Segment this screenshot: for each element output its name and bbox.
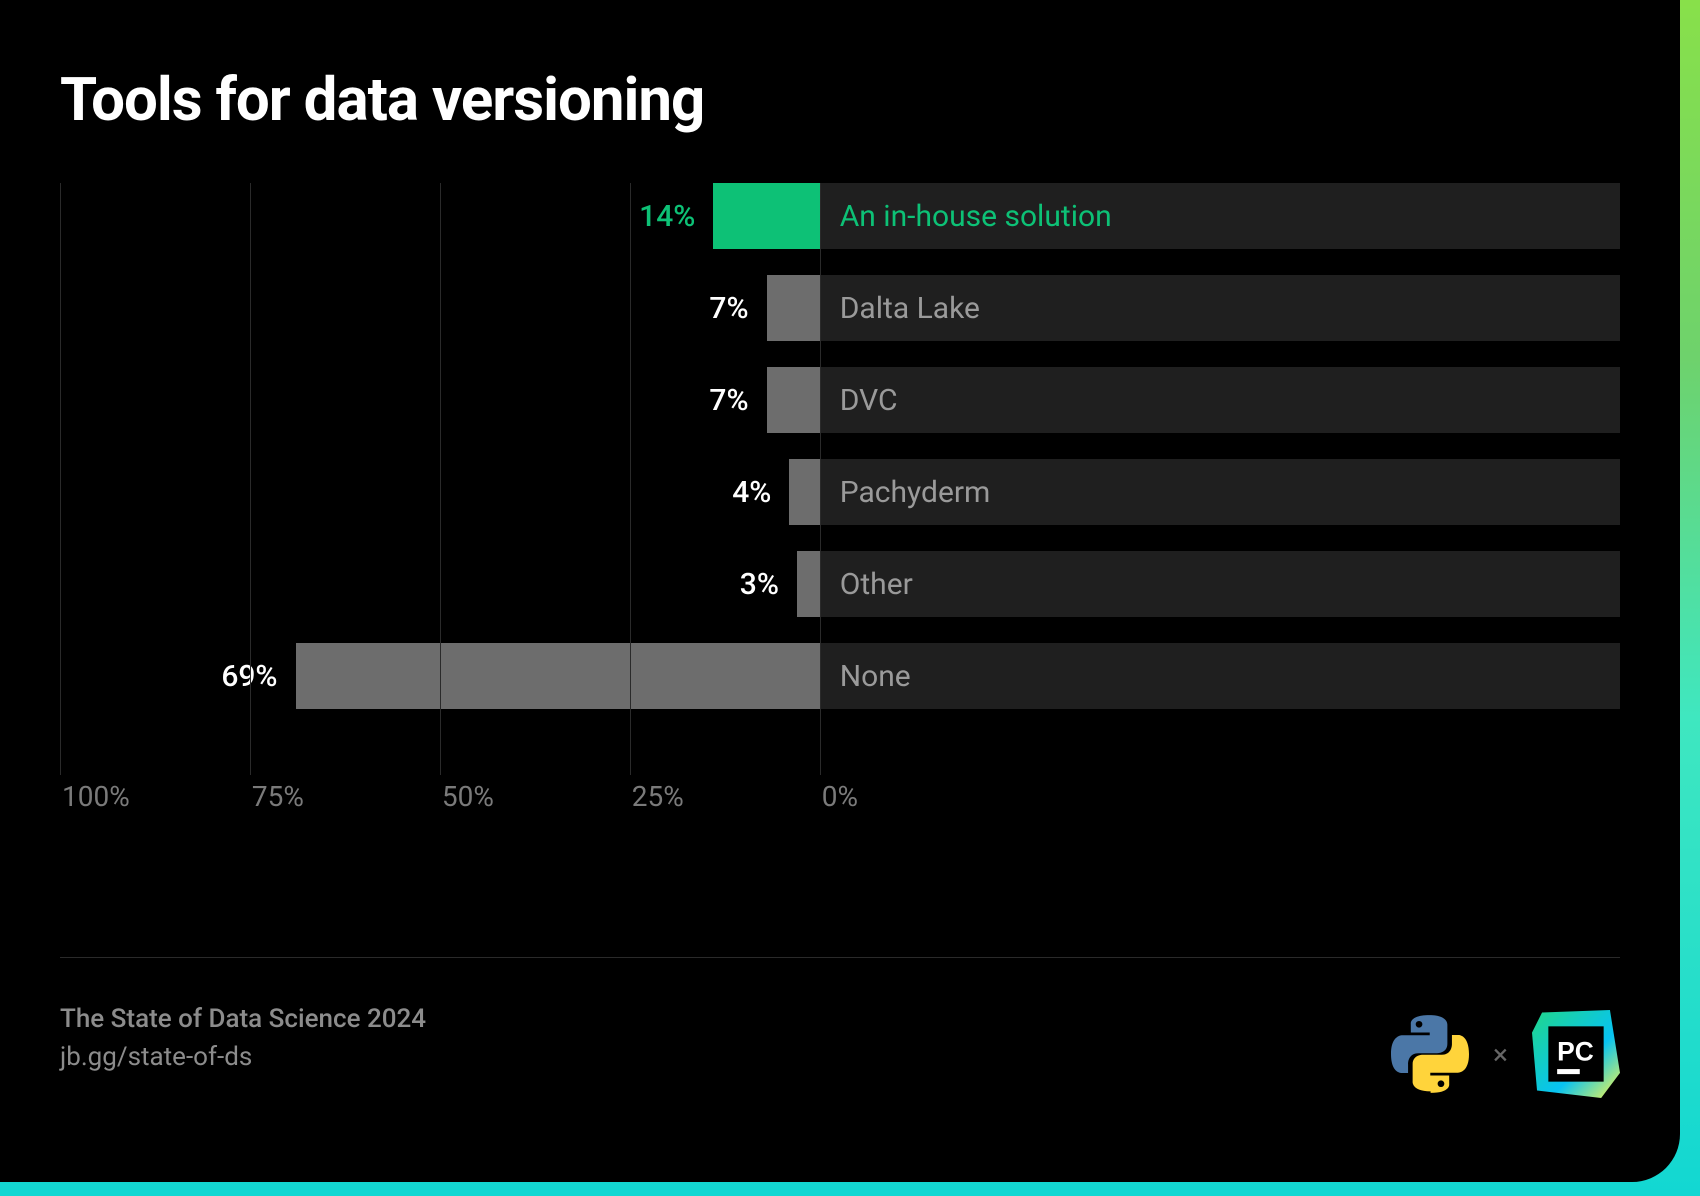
bar-value-label: 3% <box>740 567 797 602</box>
times-icon: × <box>1493 1038 1508 1071</box>
bar-row: 14% An in-house solution <box>60 183 1620 249</box>
bar-label-pane: None <box>820 643 1620 709</box>
bar-row: 7% DVC <box>60 367 1620 433</box>
bar-category-label: An in-house solution <box>840 199 1112 234</box>
bar-label-pane: Dalta Lake <box>820 275 1620 341</box>
bar-fill <box>767 275 820 341</box>
bar-category-label: None <box>840 659 911 694</box>
logo-group: × PC <box>1391 1010 1620 1098</box>
bar-value-label: 4% <box>732 475 789 510</box>
bar-row: 69% None <box>60 643 1620 709</box>
bar-row: 3% Other <box>60 551 1620 617</box>
axis-tick-label: 0% <box>822 780 858 813</box>
chart-title: Tools for data versioning <box>60 64 1620 135</box>
bar-value-label: 69% <box>221 659 295 694</box>
python-icon <box>1391 1015 1469 1093</box>
axis-tick-label: 75% <box>252 780 304 813</box>
bar-label-pane: Other <box>820 551 1620 617</box>
bar-fill <box>767 367 820 433</box>
footer-link: jb.gg/state-of-ds <box>60 1042 1620 1072</box>
gridline <box>630 183 631 775</box>
pycharm-icon: PC <box>1532 1010 1620 1098</box>
bar-value-label: 7% <box>709 291 766 326</box>
bar-label-pane: An in-house solution <box>820 183 1620 249</box>
chart-card: Tools for data versioning 14% An in-house… <box>0 0 1680 1182</box>
gridline <box>820 183 821 775</box>
gridline <box>250 183 251 775</box>
bar-label-pane: Pachyderm <box>820 459 1620 525</box>
bar-row: 7% Dalta Lake <box>60 275 1620 341</box>
bar-category-label: Other <box>840 567 913 602</box>
bar-label-pane: DVC <box>820 367 1620 433</box>
chart-area: 14% An in-house solution 7% Dalta Lake 7% DVC… <box>60 183 1620 813</box>
bar-category-label: Pachyderm <box>840 475 991 510</box>
bar-row: 4% Pachyderm <box>60 459 1620 525</box>
footer-divider <box>60 957 1620 958</box>
axis-tick-label: 100% <box>62 780 130 813</box>
svg-text:PC: PC <box>1557 1036 1594 1066</box>
footer-survey-title: The State of Data Science 2024 <box>60 1004 1620 1034</box>
bar-fill <box>789 459 819 525</box>
axis-tick-label: 50% <box>442 780 494 813</box>
gridline <box>440 183 441 775</box>
bar-value-label: 14% <box>639 199 713 234</box>
bar-category-label: DVC <box>840 383 898 418</box>
plot-rows: 14% An in-house solution 7% Dalta Lake 7% DVC… <box>60 183 1620 763</box>
bar-fill <box>296 643 820 709</box>
bar-value-label: 7% <box>709 383 766 418</box>
bar-fill <box>797 551 820 617</box>
footer: The State of Data Science 2024 jb.gg/sta… <box>60 1004 1620 1072</box>
gridline <box>60 183 61 775</box>
axis-tick-label: 25% <box>632 780 684 813</box>
bar-category-label: Dalta Lake <box>840 291 980 326</box>
bar-fill <box>713 183 819 249</box>
